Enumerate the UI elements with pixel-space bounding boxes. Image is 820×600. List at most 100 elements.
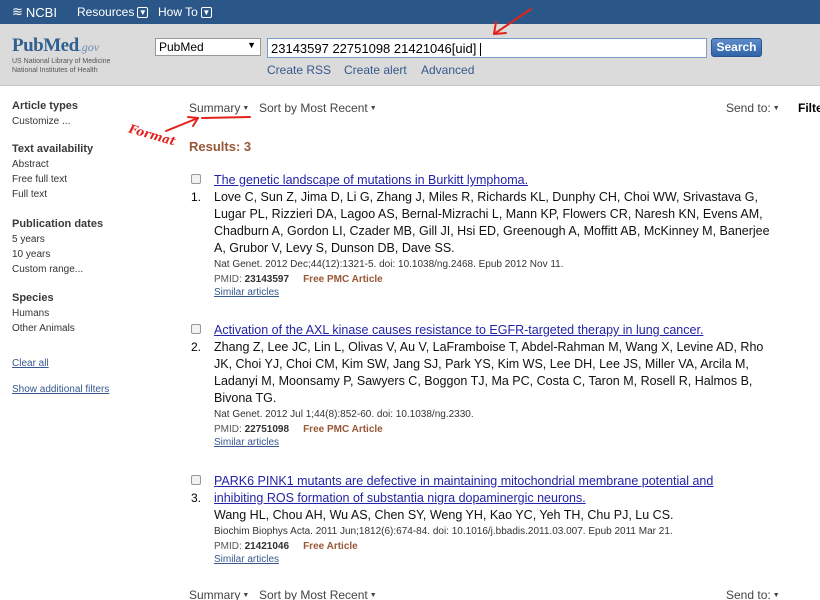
- filter-item-free-full-text[interactable]: Free full text: [12, 174, 93, 185]
- result-body: The genetic landscape of mutations in Bu…: [214, 172, 789, 298]
- pubmed-logo-suffix: .gov: [78, 40, 100, 54]
- send-to-label: Send to:: [726, 101, 771, 115]
- create-alert-link[interactable]: Create alert: [344, 63, 407, 77]
- filter-group-publication-dates: Publication dates 5 years 10 years Custo…: [12, 218, 103, 275]
- result-checkbox[interactable]: [191, 324, 201, 334]
- pubmed-logo-text: PubMed: [12, 35, 79, 56]
- result-checkbox[interactable]: [191, 174, 201, 184]
- result-pmid-row: PMID: 22751098 Free PMC Article: [214, 424, 789, 435]
- create-rss-link[interactable]: Create RSS: [267, 63, 331, 77]
- result-authors-line: JK, Choi YJ, Choi CM, Kim SW, Jang SJ, P…: [214, 357, 749, 371]
- caret-down-icon: ▼: [242, 105, 250, 113]
- result-checkbox[interactable]: [191, 475, 201, 485]
- filter-item-custom-range[interactable]: Custom range...: [12, 264, 103, 275]
- format-menu-bottom[interactable]: Summary ▼: [189, 588, 249, 600]
- chevron-down-icon: ▼: [200, 6, 212, 18]
- clear-all-link[interactable]: Clear all: [12, 358, 49, 369]
- filter-item-customize[interactable]: Customize ...: [12, 116, 78, 127]
- format-arrow-icon: [165, 117, 199, 132]
- similar-articles-link[interactable]: Similar articles: [214, 437, 789, 448]
- format-menu-label: Summary: [189, 588, 241, 600]
- resources-menu[interactable]: Resources ▼: [77, 5, 149, 19]
- result-citation: Biochim Biophys Acta. 2011 Jun;1812(6):6…: [214, 526, 673, 537]
- format-menu[interactable]: Summary ▼: [189, 101, 249, 115]
- ncbi-logo-text: NCBI: [25, 4, 57, 20]
- pmid-label: PMID:: [214, 274, 242, 285]
- filter-item-humans[interactable]: Humans: [12, 308, 75, 319]
- pubmed-logo[interactable]: PubMed.gov US National Library of Medici…: [12, 35, 110, 75]
- search-button[interactable]: Search: [711, 38, 762, 57]
- pmid-value: 23143597: [244, 274, 290, 285]
- result-number: 3.: [191, 491, 202, 505]
- dropdown-arrow-icon: ▼: [247, 40, 256, 50]
- free-article-label: Free PMC Article: [303, 274, 383, 285]
- text-cursor: [480, 43, 482, 57]
- result-authors-line: Lugar PL, Rizzieri DA, Lagoo AS, Bernal-…: [214, 207, 763, 221]
- filter-item-abstract[interactable]: Abstract: [12, 159, 93, 170]
- send-to-menu[interactable]: Send to: ▼: [726, 101, 780, 115]
- how-to-menu[interactable]: How To ▼: [158, 5, 212, 19]
- format-underline: [201, 116, 251, 119]
- filter-heading: Text availability: [12, 143, 94, 155]
- filter-group-article-types: Article types Customize ...: [12, 100, 78, 127]
- caret-down-icon: ▼: [772, 105, 780, 113]
- show-additional-filters-link[interactable]: Show additional filters: [12, 384, 109, 395]
- caret-down-icon: ▼: [369, 592, 377, 600]
- search-query-text: 23143597 22751098 21421046[uid]: [271, 41, 477, 56]
- pmid-label: PMID:: [214, 541, 242, 552]
- result-authors-line: A, Grubor V, Levy S, Dunson DB, Dave SS.: [214, 241, 455, 255]
- filter-item-full-text[interactable]: Full text: [12, 189, 93, 200]
- result-body: Activation of the AXL kinase causes resi…: [214, 322, 789, 448]
- database-select[interactable]: PubMed ▼: [155, 38, 261, 56]
- send-to-menu-bottom[interactable]: Send to: ▼: [726, 588, 780, 600]
- similar-articles-link[interactable]: Similar articles: [214, 554, 789, 565]
- filter-heading: Species: [12, 292, 54, 304]
- free-article-label: Free PMC Article: [303, 424, 383, 435]
- result-pmid-row: PMID: 21421046 Free Article: [214, 541, 789, 552]
- result-authors-line: Chadburn A, Gordon LI, Czader MB, Gill J…: [214, 224, 770, 238]
- show-filters-group: Show additional filters: [12, 384, 109, 395]
- resources-menu-label: Resources: [77, 5, 135, 19]
- sort-menu-bottom[interactable]: Sort by Most Recent ▼: [259, 588, 377, 600]
- filter-item-5-years[interactable]: 5 years: [12, 234, 103, 245]
- result-citation: Nat Genet. 2012 Jul 1;44(8):852-60. doi:…: [214, 409, 474, 420]
- result-authors-line: Love C, Sun Z, Jima D, Li G, Zhang J, Mi…: [214, 190, 758, 204]
- ncbi-logo[interactable]: ≋ NCBI: [12, 4, 57, 20]
- result-authors-line: Zhang Z, Lee JC, Lin L, Olivas V, Au V, …: [214, 340, 764, 354]
- filters-menu[interactable]: Filte: [798, 101, 820, 115]
- similar-articles-link[interactable]: Similar articles: [214, 287, 789, 298]
- clear-all-group: Clear all: [12, 358, 49, 369]
- result-title-link[interactable]: The genetic landscape of mutations in Bu…: [214, 172, 789, 189]
- filter-item-other-animals[interactable]: Other Animals: [12, 323, 75, 334]
- filter-heading: Publication dates: [12, 218, 104, 230]
- sort-menu[interactable]: Sort by Most Recent ▼: [259, 101, 377, 115]
- search-input[interactable]: 23143597 22751098 21421046[uid]: [267, 38, 707, 58]
- filter-item-10-years[interactable]: 10 years: [12, 249, 103, 260]
- result-body: PARK6 PINK1 mutants are defective in mai…: [214, 473, 789, 565]
- result-title-link[interactable]: Activation of the AXL kinase causes resi…: [214, 322, 789, 339]
- advanced-search-link[interactable]: Advanced: [421, 63, 474, 77]
- pmid-value: 22751098: [244, 424, 290, 435]
- caret-down-icon: ▼: [772, 592, 780, 600]
- caret-down-icon: ▼: [242, 592, 250, 600]
- filter-group-text-availability: Text availability Abstract Free full tex…: [12, 143, 93, 200]
- filter-heading: Article types: [12, 100, 79, 112]
- result-title-link[interactable]: inhibiting ROS formation of substantia n…: [214, 490, 789, 507]
- caret-down-icon: ▼: [369, 105, 377, 113]
- result-number: 2.: [191, 340, 202, 354]
- filters-label: Filte: [798, 101, 820, 115]
- result-authors-line: Ladanyi M, Moonsamy P, Sawyers C, Boggon…: [214, 374, 753, 388]
- result-number: 1.: [191, 190, 202, 204]
- filter-group-species: Species Humans Other Animals: [12, 292, 75, 334]
- database-select-value: PubMed: [159, 40, 204, 54]
- free-article-label: Free Article: [303, 541, 358, 552]
- nih-line: National Institutes of Health: [12, 67, 98, 74]
- sort-menu-label: Sort by Most Recent: [259, 101, 368, 115]
- how-to-menu-label: How To: [158, 5, 198, 19]
- format-annotation-label: Format: [127, 121, 178, 149]
- results-count: Results: 3: [189, 139, 252, 154]
- result-title-link[interactable]: PARK6 PINK1 mutants are defective in mai…: [214, 473, 789, 490]
- result-pmid-row: PMID: 23143597 Free PMC Article: [214, 274, 789, 285]
- result-citation: Nat Genet. 2012 Dec;44(12):1321-5. doi: …: [214, 259, 564, 270]
- pmid-value: 21421046: [244, 541, 290, 552]
